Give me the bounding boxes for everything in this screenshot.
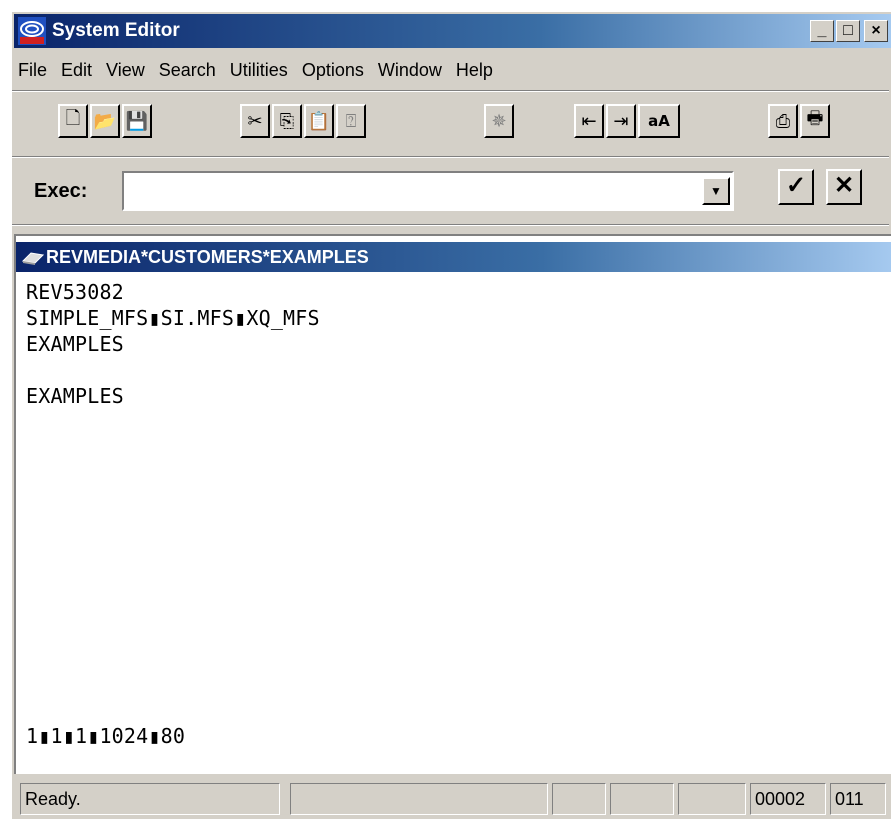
paste-special-icon[interactable]: ⍰	[336, 104, 366, 138]
status-line-number: 00002	[750, 783, 826, 815]
print-preview-icon[interactable]: ⎙	[768, 104, 798, 138]
exec-input[interactable]	[126, 175, 696, 207]
exec-ok-button[interactable]: ✓	[778, 169, 814, 205]
menu-search[interactable]: Search	[155, 58, 226, 86]
record-icon	[22, 252, 44, 265]
tool-toolbar-group: ✵	[484, 104, 514, 140]
document-line-3[interactable]: EXAMPLES	[26, 332, 124, 356]
toolbar-separator	[12, 156, 889, 158]
document-footer-line[interactable]: 1▮1▮1▮1024▮80	[26, 724, 185, 748]
exec-combobox[interactable]: ▼	[122, 171, 734, 211]
format-toolbar-group: ⇤ ⇥ aA	[574, 104, 680, 140]
exec-label: Exec:	[34, 180, 88, 202]
menu-separator	[12, 90, 889, 92]
status-pane-5	[678, 783, 746, 815]
exec-cancel-button[interactable]: ✕	[826, 169, 862, 205]
app-logo-icon	[18, 17, 46, 45]
document-title-bar[interactable]: REVMEDIA*CUSTOMERS*EXAMPLES	[16, 242, 891, 272]
document-title: REVMEDIA*CUSTOMERS*EXAMPLES	[46, 247, 369, 267]
toolbar: 🗋 📂 💾 ✂ ⎘ 📋 ⍰ ✵ ⇤ ⇥ aA ⎙ 🖶	[14, 94, 891, 154]
menu-bar: File Edit View Search Utilities Options …	[14, 58, 891, 86]
menu-help[interactable]: Help	[452, 58, 503, 86]
status-pane-3	[552, 783, 606, 815]
menu-edit[interactable]: Edit	[57, 58, 102, 86]
status-bar: Ready. 00002 011	[14, 780, 891, 816]
document-line-1[interactable]: REV53082	[26, 280, 124, 304]
document-line-2[interactable]: SIMPLE_MFS▮SI.MFS▮XQ_MFS	[26, 306, 320, 330]
status-message: Ready.	[20, 783, 280, 815]
menu-options[interactable]: Options	[298, 58, 374, 86]
edit-toolbar-group: ✂ ⎘ 📋 ⍰	[240, 104, 366, 140]
document-line-5[interactable]: EXAMPLES	[26, 384, 124, 408]
menu-window[interactable]: Window	[374, 58, 452, 86]
status-pane-4	[610, 783, 674, 815]
indent-icon[interactable]: ⇥	[606, 104, 636, 138]
window-title: System Editor	[52, 20, 180, 41]
magic-wand-icon[interactable]: ✵	[484, 104, 514, 138]
title-bar[interactable]: System Editor _ □ ×	[14, 14, 891, 48]
outdent-icon[interactable]: ⇤	[574, 104, 604, 138]
save-icon[interactable]: 💾	[122, 104, 152, 138]
status-pane-2	[290, 783, 548, 815]
document-window[interactable]: REVMEDIA*CUSTOMERS*EXAMPLES REV53082 SIM…	[14, 234, 891, 774]
status-column-number: 011	[830, 783, 886, 815]
system-editor-window: System Editor _ □ × File Edit View Searc…	[10, 10, 891, 819]
new-document-icon[interactable]: 🗋	[58, 104, 88, 138]
paste-icon[interactable]: 📋	[304, 104, 334, 138]
file-toolbar-group: 🗋 📂 💾	[58, 104, 152, 140]
exec-separator	[12, 224, 889, 226]
case-toggle-icon[interactable]: aA	[638, 104, 680, 138]
print-icon[interactable]: 🖶	[800, 104, 830, 138]
chevron-down-icon[interactable]: ▼	[702, 177, 730, 205]
menu-view[interactable]: View	[102, 58, 155, 86]
print-toolbar-group: ⎙ 🖶	[768, 104, 830, 140]
menu-utilities[interactable]: Utilities	[226, 58, 298, 86]
copy-icon[interactable]: ⎘	[272, 104, 302, 138]
minimize-button[interactable]: _	[810, 20, 834, 42]
open-folder-icon[interactable]: 📂	[90, 104, 120, 138]
maximize-button[interactable]: □	[836, 20, 860, 42]
close-button[interactable]: ×	[864, 20, 888, 42]
exec-bar: Exec: ▼ ✓ ✕	[14, 162, 891, 224]
cut-icon[interactable]: ✂	[240, 104, 270, 138]
menu-file[interactable]: File	[14, 58, 57, 86]
